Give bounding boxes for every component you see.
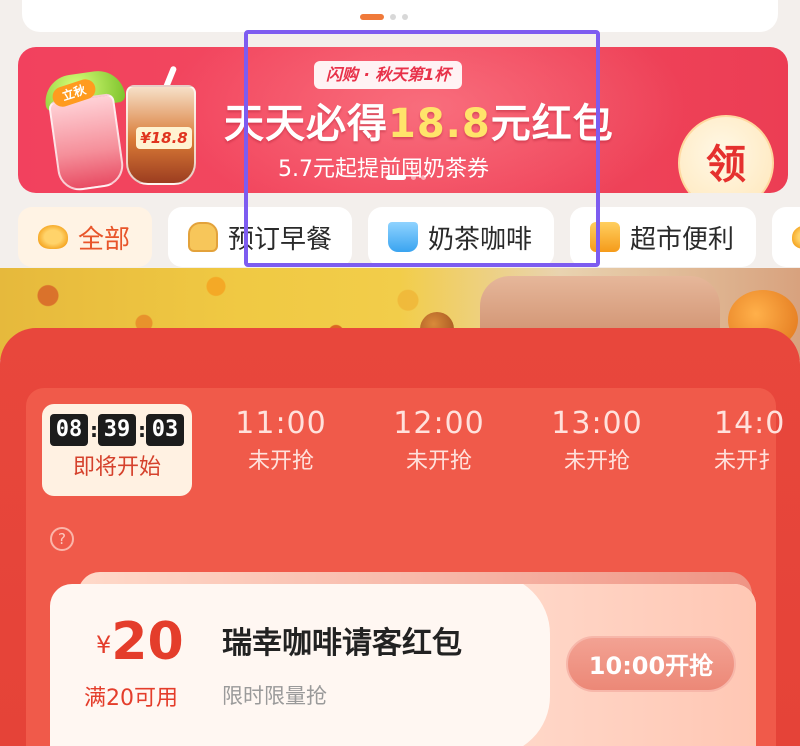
time-slot[interactable]: 13:00 未开抢 bbox=[522, 404, 672, 496]
milk-tea-illustration: 立秋 ¥18.8 bbox=[34, 65, 204, 193]
tab-more[interactable] bbox=[772, 207, 800, 267]
slot-status: 即将开始 bbox=[72, 455, 161, 480]
coupon-title: 瑞幸咖啡请客红包 bbox=[222, 626, 462, 661]
slot-time: 14:0 bbox=[714, 406, 786, 441]
countdown-minutes: 39 bbox=[98, 414, 136, 446]
currency-symbol: ¥ bbox=[96, 631, 112, 659]
coupon-condition: 满20可用 bbox=[84, 686, 178, 711]
countdown-timer: 08 : 39 : 03 bbox=[42, 412, 192, 448]
bread-icon bbox=[188, 222, 218, 252]
time-slot[interactable]: 14:0 未开扌 bbox=[680, 404, 800, 496]
slot-status: 未开抢 bbox=[563, 449, 630, 474]
countdown-hours: 08 bbox=[50, 414, 88, 446]
tab-label: 超市便利 bbox=[630, 224, 735, 255]
slot-status: 未开扌 bbox=[714, 449, 781, 474]
carousel-dot-active bbox=[360, 14, 384, 20]
claim-button[interactable]: 领 bbox=[678, 115, 774, 193]
slot-time: 12:00 bbox=[393, 406, 485, 441]
cup-graphic bbox=[47, 92, 127, 193]
time-slot[interactable]: 12:00 未开抢 bbox=[364, 404, 514, 496]
cup-price-label: ¥18.8 bbox=[136, 127, 192, 149]
countdown-separator: : bbox=[138, 418, 146, 442]
countdown-separator: : bbox=[90, 418, 98, 442]
time-slot-current[interactable]: 08 : 39 : 03 即将开始 bbox=[42, 404, 192, 496]
tab-label: 全部 bbox=[78, 224, 131, 255]
countdown-seconds: 03 bbox=[146, 414, 184, 446]
all-icon bbox=[38, 225, 68, 249]
time-slot[interactable]: 11:00 未开抢 bbox=[206, 404, 356, 496]
carousel-dot bbox=[390, 14, 396, 20]
highlight-box bbox=[244, 30, 600, 267]
coupon-card[interactable]: ¥20 满20可用 瑞幸咖啡请客红包 限时限量抢 10:00开抢 bbox=[50, 584, 756, 746]
grab-button[interactable]: 10:00开抢 bbox=[566, 636, 736, 692]
slot-status: 未开抢 bbox=[247, 449, 314, 474]
help-icon[interactable]: ? bbox=[50, 527, 74, 551]
carousel-dot bbox=[402, 14, 408, 20]
coupon-amount: 20 bbox=[111, 612, 184, 672]
slot-time: 11:00 bbox=[235, 406, 327, 441]
coupon-divider bbox=[490, 584, 550, 746]
slot-status: 未开抢 bbox=[405, 449, 472, 474]
top-carousel-indicator bbox=[360, 14, 408, 20]
slot-time: 13:00 bbox=[551, 406, 643, 441]
tab-all[interactable]: 全部 bbox=[18, 207, 152, 267]
tab-icon bbox=[792, 225, 800, 249]
coupon-price: ¥20 bbox=[96, 612, 184, 672]
coupon-subtitle: 限时限量抢 bbox=[222, 684, 327, 708]
